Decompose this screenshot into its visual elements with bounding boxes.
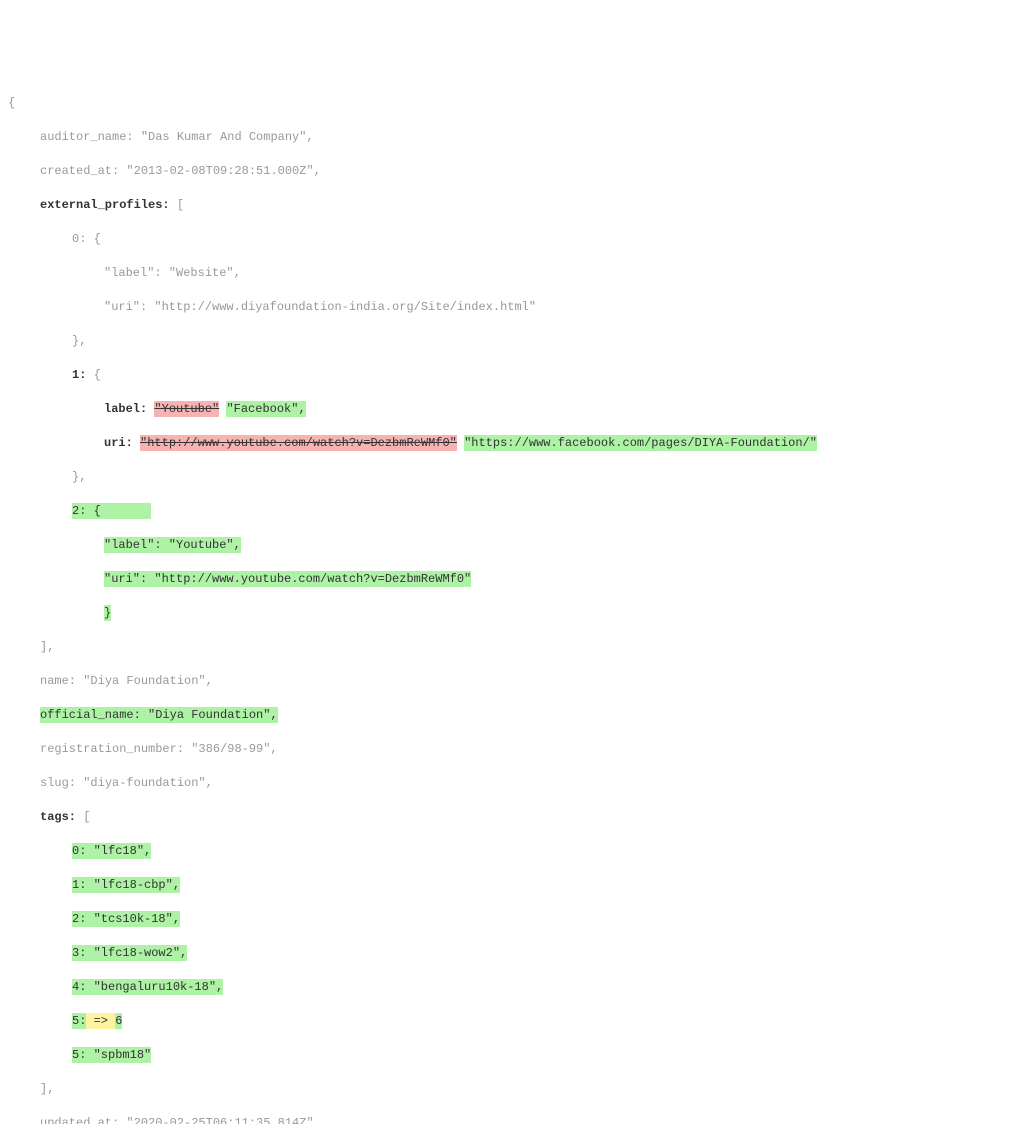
extprof-close: ],: [8, 639, 1005, 656]
reg-key: registration_number:: [40, 742, 184, 756]
ep0-close: },: [8, 333, 1005, 350]
t0-line: 0: "lfc18",: [8, 843, 1005, 860]
created-line: created_at: "2013-02-08T09:28:51.000Z",: [8, 163, 1005, 180]
slug-line: slug: "diya-foundation",: [8, 775, 1005, 792]
ep0-open: 0: {: [8, 231, 1005, 248]
offname: official_name: "Diya Foundation",: [40, 707, 278, 723]
t5b-val: "spbm18": [86, 1048, 151, 1062]
extprof-key: external_profiles:: [40, 198, 170, 212]
t4-idx: 4:: [72, 980, 86, 994]
t1-line: 1: "lfc18-cbp",: [8, 877, 1005, 894]
t1-val: "lfc18-cbp",: [86, 878, 180, 892]
ep1-uri-old: "http://www.youtube.com/watch?v=DezbmReW…: [140, 435, 457, 451]
upd-key: updated_at:: [40, 1116, 119, 1124]
ep1-idx: 1:: [72, 368, 86, 382]
upd-val: "2020-02-25T06:11:35.814Z": [119, 1116, 313, 1124]
t3-line: 3: "lfc18-wow2",: [8, 945, 1005, 962]
diff-block: { auditor_name: "Das Kumar And Company",…: [8, 78, 1005, 1124]
ep1-open-brace: {: [86, 368, 100, 382]
t2-line: 2: "tcs10k-18",: [8, 911, 1005, 928]
extprof-open: [: [170, 198, 184, 212]
ep2-open: 2: {: [8, 503, 1005, 520]
name-val: "Diya Foundation",: [76, 674, 213, 688]
reg-val: "386/98-99",: [184, 742, 278, 756]
auditor-line: auditor_name: "Das Kumar And Company",: [8, 129, 1005, 146]
t0-val: "lfc18",: [86, 844, 151, 858]
t1-idx: 1:: [72, 878, 86, 892]
ep1-uri-key: uri:: [104, 436, 133, 450]
ep1-label-line: label: "Youtube" "Facebook",: [8, 401, 1005, 418]
t0-idx: 0:: [72, 844, 86, 858]
ep2-uri-line: "uri": "http://www.youtube.com/watch?v=D…: [8, 571, 1005, 588]
ep0-uri: "uri": "http://www.diyafoundation-india.…: [8, 299, 1005, 316]
ep2-close: }: [104, 605, 111, 621]
ep1-open: 1: {: [8, 367, 1005, 384]
t4-val: "bengaluru10k-18",: [86, 980, 223, 994]
t5a-idx: 5:: [72, 1014, 86, 1028]
tags-open: [: [76, 810, 90, 824]
tags-key: tags:: [40, 810, 76, 824]
ep1-close: },: [8, 469, 1005, 486]
ep1-label-new: "Facebook",: [226, 401, 305, 417]
ep1-label-key: label:: [104, 402, 147, 416]
ep2-label-line: "label": "Youtube",: [8, 537, 1005, 554]
t5a-target: 6: [115, 1014, 122, 1028]
upd-line: updated_at: "2020-02-25T06:11:35.814Z": [8, 1115, 1005, 1124]
tags-close: ],: [8, 1081, 1005, 1098]
ep2-uri: "uri": "http://www.youtube.com/watch?v=D…: [104, 571, 471, 587]
ep2-close-line: }: [8, 605, 1005, 622]
brace-open: {: [8, 95, 1005, 112]
ep0-label: "label": "Website",: [8, 265, 1005, 282]
extprof-line: external_profiles: [: [8, 197, 1005, 214]
t2-idx: 2:: [72, 912, 86, 926]
t3-val: "lfc18-wow2",: [86, 946, 187, 960]
t2-val: "tcs10k-18",: [86, 912, 180, 926]
name-key: name:: [40, 674, 76, 688]
t4-line: 4: "bengaluru10k-18",: [8, 979, 1005, 996]
t5a-arrow: =>: [86, 1014, 115, 1028]
slug-val: "diya-foundation",: [76, 776, 213, 790]
created-val: "2013-02-08T09:28:51.000Z",: [119, 164, 321, 178]
tags-line: tags: [: [8, 809, 1005, 826]
slug-key: slug:: [40, 776, 76, 790]
reg-line: registration_number: "386/98-99",: [8, 741, 1005, 758]
ep2-label: "label": "Youtube",: [104, 537, 241, 553]
auditor-key: auditor_name:: [40, 130, 134, 144]
ep0-open-brace: : {: [79, 232, 101, 246]
t3-idx: 3:: [72, 946, 86, 960]
offname-line: official_name: "Diya Foundation",: [8, 707, 1005, 724]
ep1-uri-line: uri: "http://www.youtube.com/watch?v=Dez…: [8, 435, 1005, 452]
auditor-val: "Das Kumar And Company",: [134, 130, 314, 144]
t5b-line: 5: "spbm18": [8, 1047, 1005, 1064]
ep2-idx: 2:: [72, 504, 86, 518]
ep2-open-brace: {: [86, 504, 100, 518]
ep1-label-old: "Youtube": [154, 401, 219, 417]
t5a-line: 5: => 6: [8, 1013, 1005, 1030]
t5b-idx: 5:: [72, 1048, 86, 1062]
name-line: name: "Diya Foundation",: [8, 673, 1005, 690]
ep1-uri-new: "https://www.facebook.com/pages/DIYA-Fou…: [464, 435, 817, 451]
created-key: created_at:: [40, 164, 119, 178]
